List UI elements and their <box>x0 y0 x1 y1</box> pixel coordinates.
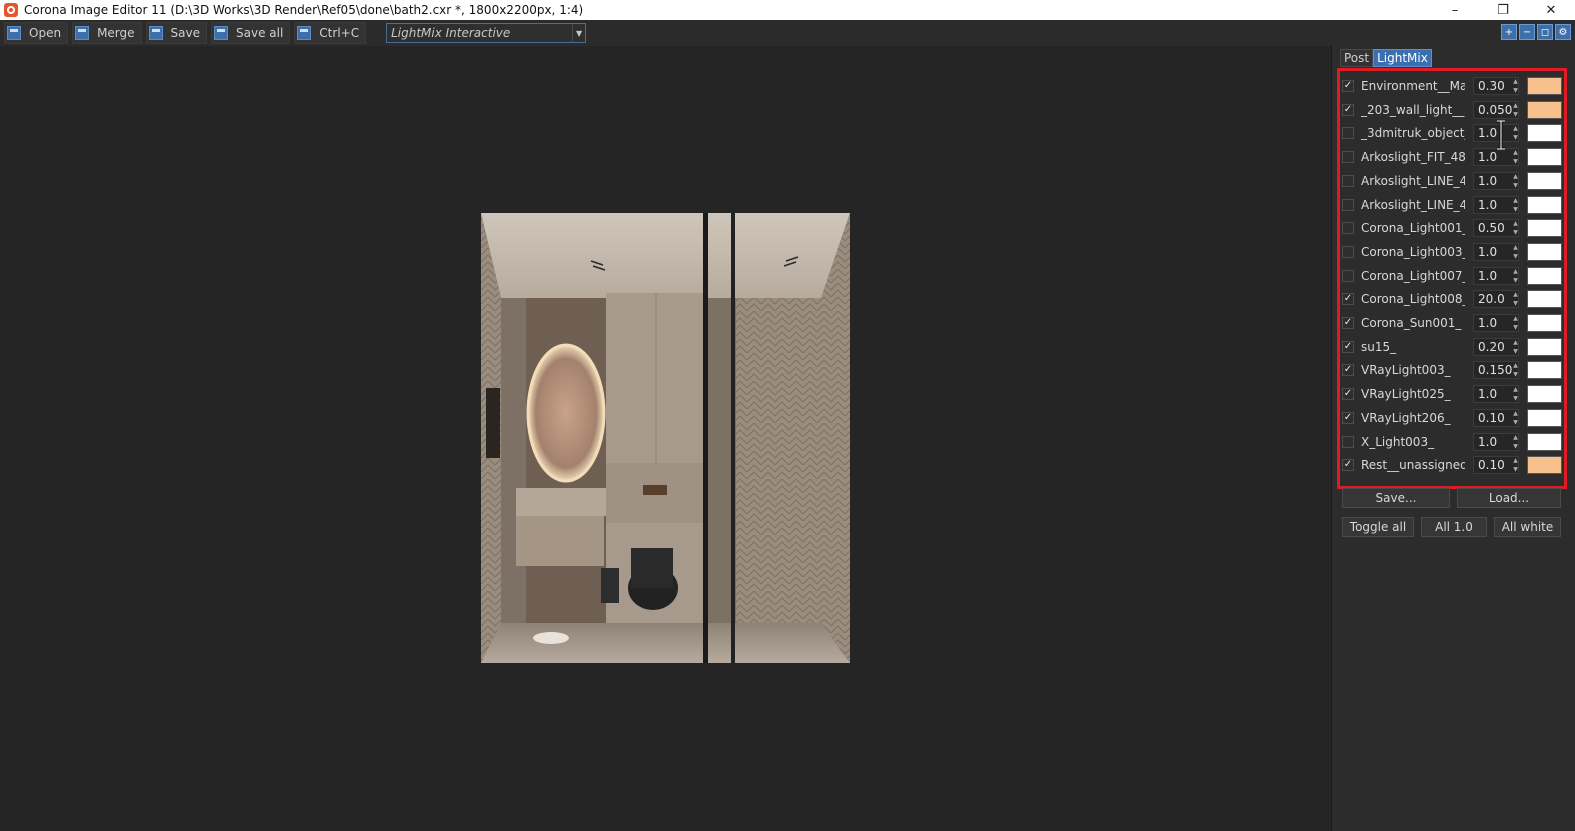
zoom-out-icon[interactable]: − <box>1519 24 1535 40</box>
settings-gear-icon[interactable]: ⚙ <box>1555 24 1571 40</box>
save-label: Save <box>170 26 200 40</box>
tab-lightmix[interactable]: LightMix <box>1373 49 1432 67</box>
render-preview <box>481 213 850 663</box>
restore-button[interactable]: ❐ <box>1479 0 1527 20</box>
title-bar: Corona Image Editor 11 (D:\3D Works\3D R… <box>0 0 1575 20</box>
window-controls: – ❐ ✕ <box>1431 0 1575 20</box>
zoom-fit-icon[interactable]: ◻ <box>1537 24 1553 40</box>
save-button[interactable]: Save <box>145 22 207 44</box>
open-icon <box>7 26 21 40</box>
save-icon <box>148 26 163 40</box>
merge-button[interactable]: Merge <box>72 22 142 44</box>
copy-label: Ctrl+C <box>319 26 360 40</box>
bathroom-render-image <box>481 213 850 663</box>
display-mode-value: LightMix Interactive <box>391 26 511 40</box>
toggle-all-button[interactable]: Toggle all <box>1342 517 1414 537</box>
display-mode-dropdown[interactable]: LightMix Interactive ▼ <box>386 23 587 43</box>
save-all-label: Save all <box>236 26 284 40</box>
text-cursor-icon <box>1497 120 1505 150</box>
panel-tabs: Post LightMix <box>1340 49 1432 67</box>
zoom-in-icon[interactable]: + <box>1501 24 1517 40</box>
toolbar: Open Merge Save Save all Ctrl+C LightMix… <box>0 20 1575 47</box>
load-preset-button[interactable]: Load... <box>1457 488 1561 508</box>
minimize-button[interactable]: – <box>1431 0 1479 20</box>
copy-button[interactable]: Ctrl+C <box>294 22 367 44</box>
red-highlight-box <box>1337 68 1567 489</box>
open-button[interactable]: Open <box>4 22 69 44</box>
save-preset-button[interactable]: Save... <box>1342 488 1450 508</box>
zoom-controls: + − ◻ ⚙ <box>1501 24 1571 40</box>
merge-icon <box>75 26 90 40</box>
merge-label: Merge <box>97 26 135 40</box>
save-all-icon <box>214 26 228 40</box>
close-button[interactable]: ✕ <box>1527 0 1575 20</box>
tab-post[interactable]: Post <box>1340 49 1374 67</box>
corona-app-icon <box>4 3 18 17</box>
window-title: Corona Image Editor 11 (D:\3D Works\3D R… <box>24 3 584 17</box>
open-label: Open <box>29 26 62 40</box>
save-all-button[interactable]: Save all <box>211 22 291 44</box>
lightmix-panel: Post LightMix ✓ Environment__Map 0.30 ▲ ▼ ✓ _2… <box>1331 46 1575 831</box>
all-one-button[interactable]: All 1.0 <box>1421 517 1487 537</box>
copy-icon <box>297 26 312 40</box>
chevron-down-icon: ▼ <box>572 24 585 42</box>
all-white-button[interactable]: All white <box>1494 517 1561 537</box>
